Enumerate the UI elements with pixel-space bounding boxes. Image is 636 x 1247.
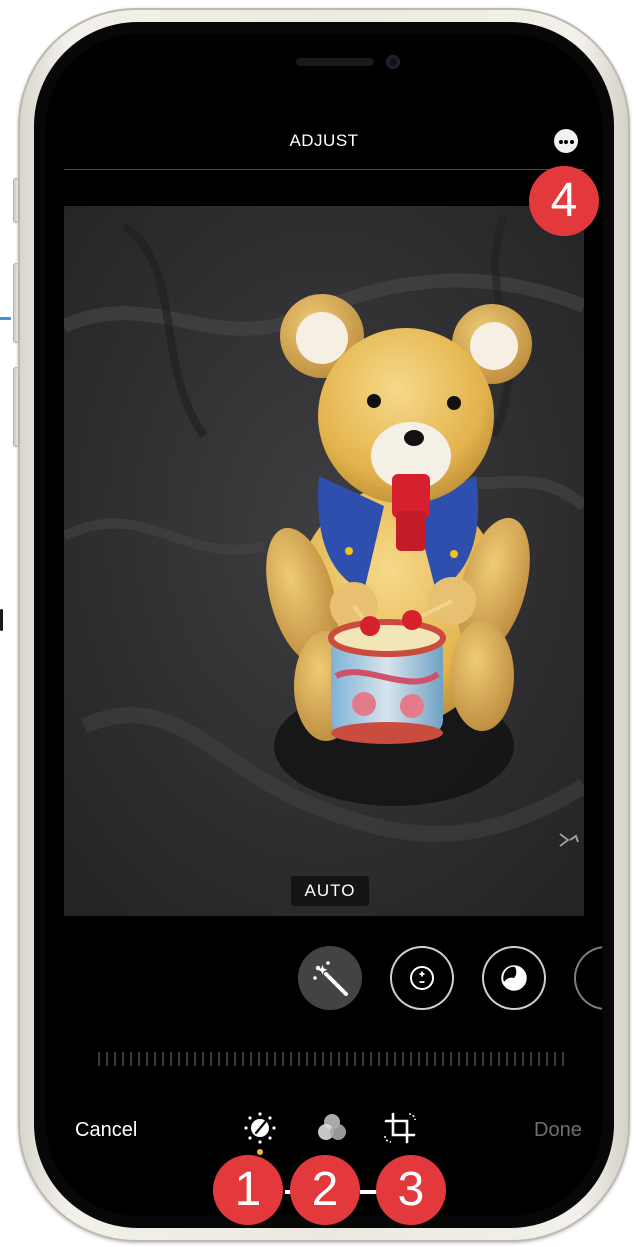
filters-icon[interactable] bbox=[312, 1108, 352, 1148]
callout-4: 4 bbox=[529, 166, 599, 236]
adjustment-slider[interactable] bbox=[98, 1052, 568, 1066]
adjust-dial-icon[interactable] bbox=[240, 1108, 280, 1148]
auto-enhance-button[interactable] bbox=[298, 946, 362, 1010]
volume-up-button bbox=[13, 263, 19, 343]
front-camera bbox=[386, 55, 400, 69]
callout-1: 1 bbox=[213, 1155, 283, 1225]
done-button[interactable]: Done bbox=[534, 1119, 582, 1142]
next-tool-partial[interactable] bbox=[574, 946, 602, 1010]
magic-wand-icon bbox=[313, 961, 348, 996]
crop-icon[interactable] bbox=[380, 1108, 420, 1148]
callout-3: 3 bbox=[376, 1155, 446, 1225]
callout-2: 2 bbox=[290, 1155, 360, 1225]
exposure-icon bbox=[410, 966, 434, 990]
teddy-bear-photo bbox=[64, 206, 584, 916]
more-dot-icon bbox=[569, 139, 574, 144]
phone-screen: ADJUST AUTO Cancel Done bbox=[46, 34, 602, 1216]
more-options-button[interactable] bbox=[554, 129, 578, 153]
earpiece-speaker bbox=[296, 58, 374, 66]
side-edge-mark bbox=[0, 609, 3, 631]
side-blue-line bbox=[0, 317, 11, 320]
page-title: ADJUST bbox=[289, 131, 359, 150]
more-dot-icon bbox=[564, 139, 568, 144]
photo-preview[interactable] bbox=[64, 206, 584, 916]
brilliance-button[interactable] bbox=[482, 946, 546, 1010]
brilliance-icon bbox=[501, 965, 527, 991]
exposure-button[interactable] bbox=[390, 946, 454, 1010]
active-tab-indicator bbox=[257, 1149, 263, 1155]
cancel-button[interactable]: Cancel bbox=[75, 1119, 137, 1142]
header-divider bbox=[64, 169, 584, 170]
more-dot-icon bbox=[558, 139, 563, 144]
volume-down-button bbox=[13, 367, 19, 447]
mute-switch bbox=[13, 178, 19, 223]
auto-badge: AUTO bbox=[291, 876, 369, 906]
